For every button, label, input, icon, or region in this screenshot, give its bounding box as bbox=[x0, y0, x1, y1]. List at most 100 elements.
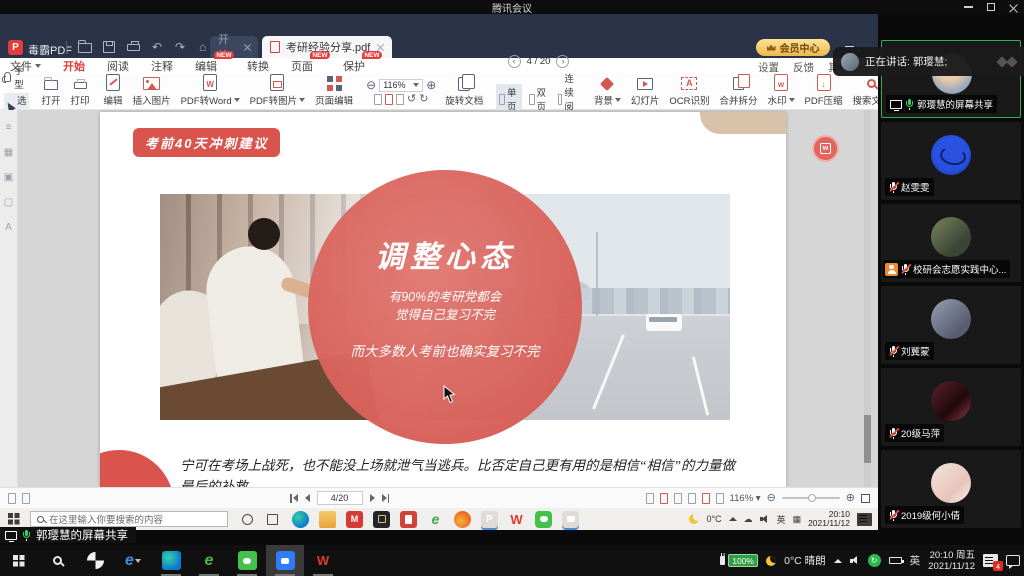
mail-icon[interactable]: M bbox=[346, 511, 363, 528]
cortana-icon[interactable] bbox=[242, 514, 253, 525]
wps-button[interactable]: W bbox=[304, 545, 342, 576]
floating-convert-button[interactable]: w bbox=[812, 135, 839, 162]
start-button-icon[interactable] bbox=[8, 513, 20, 525]
view-mode-icon[interactable] bbox=[646, 493, 654, 504]
view-mode-icon[interactable] bbox=[702, 493, 710, 504]
zoom-in-icon[interactable]: ⊕ bbox=[846, 492, 855, 504]
edge-button[interactable] bbox=[152, 545, 190, 576]
file-explorer-icon[interactable] bbox=[319, 511, 336, 528]
flame-app-icon[interactable] bbox=[454, 511, 471, 528]
print-button[interactable]: 打印 bbox=[66, 74, 95, 109]
meeting-app-icon[interactable] bbox=[562, 511, 579, 528]
ocr-button[interactable]: AOCR识别 bbox=[664, 74, 714, 109]
annotation-icon[interactable]: ▣ bbox=[4, 172, 13, 183]
view-mode-icon[interactable] bbox=[660, 493, 668, 504]
background-button[interactable]: 背景 bbox=[589, 74, 626, 109]
pdf-app-icon[interactable]: P bbox=[481, 511, 498, 528]
battery-status[interactable]: 100% bbox=[720, 554, 758, 567]
participant-tile[interactable]: 刘冀蒙 bbox=[881, 286, 1021, 364]
weather-moon-icon[interactable] bbox=[689, 514, 699, 524]
view-mode-icon[interactable] bbox=[716, 493, 724, 504]
print-icon[interactable] bbox=[127, 40, 140, 51]
ime-indicator[interactable]: 英 bbox=[910, 553, 921, 568]
participant-tile[interactable]: 20级马萍 bbox=[881, 368, 1021, 446]
tray-expand-icon[interactable] bbox=[834, 559, 842, 563]
text-icon[interactable]: A bbox=[5, 222, 12, 233]
last-page-icon[interactable] bbox=[382, 494, 390, 503]
menu-protect[interactable]: 保护NEW bbox=[343, 58, 365, 74]
participant-tile[interactable]: 2019级何小倩 bbox=[881, 450, 1021, 528]
green-browser-button[interactable]: e bbox=[190, 545, 228, 576]
insert-image-button[interactable]: 插入图片 bbox=[128, 74, 176, 109]
watermark-button[interactable]: w水印 bbox=[763, 74, 800, 109]
cloud-icon[interactable]: ☁ bbox=[744, 514, 753, 525]
ime-indicator[interactable]: 英 bbox=[777, 513, 786, 526]
slideshow-button[interactable]: 幻灯片 bbox=[626, 74, 665, 109]
minimize-icon[interactable] bbox=[964, 6, 973, 8]
menu-page[interactable]: 页面NEW bbox=[291, 58, 313, 74]
tab-close-icon[interactable] bbox=[243, 43, 250, 51]
fit-page-icon[interactable] bbox=[374, 94, 382, 105]
rotate-right-icon[interactable]: ↻ bbox=[419, 94, 428, 105]
grid-icon[interactable]: ▦ bbox=[793, 514, 802, 525]
zoom-slider-knob[interactable] bbox=[808, 494, 816, 502]
weather-text[interactable]: 0°C 晴朗 bbox=[784, 553, 826, 568]
start-button[interactable] bbox=[0, 545, 38, 576]
rotate-doc-button[interactable]: 旋转文档 bbox=[440, 74, 488, 109]
weather-temp[interactable]: 0°C bbox=[706, 514, 721, 524]
rotate-left-icon[interactable]: ↺ bbox=[407, 94, 416, 105]
search-input[interactable]: 在这里输入你要搜索的内容 bbox=[30, 511, 228, 527]
taskbar-search-button[interactable] bbox=[38, 545, 76, 576]
prev-page-icon[interactable]: ‹ bbox=[508, 55, 521, 68]
speaker-icon[interactable] bbox=[850, 556, 860, 565]
pdf-to-word-button[interactable]: WPDF转Word bbox=[176, 74, 245, 109]
pinwheel-app-button[interactable] bbox=[76, 545, 114, 576]
page-edit-button[interactable]: 页面编辑 bbox=[310, 74, 358, 109]
view-mode-icon[interactable] bbox=[688, 493, 696, 504]
notification-icon[interactable]: 4 bbox=[983, 554, 998, 567]
clock[interactable]: 20:10 周五 2021/11/12 bbox=[928, 550, 975, 572]
meeting-button[interactable] bbox=[266, 545, 304, 576]
menu-home[interactable]: 开始 bbox=[63, 58, 85, 74]
first-page-icon[interactable] bbox=[290, 494, 298, 503]
open-file-icon[interactable] bbox=[78, 40, 92, 53]
hand-tool-button[interactable]: 手型 bbox=[4, 63, 29, 91]
open-button[interactable]: 打开 bbox=[37, 74, 66, 109]
fit-width-icon[interactable] bbox=[385, 94, 393, 105]
zoom-slider[interactable] bbox=[782, 497, 840, 499]
thumbnails-icon[interactable]: ▦ bbox=[4, 147, 13, 158]
save-icon[interactable] bbox=[103, 40, 115, 53]
zoom-out-icon[interactable]: ⊖ bbox=[767, 492, 776, 504]
battery-icon[interactable] bbox=[889, 557, 902, 564]
view-mode-icon[interactable] bbox=[674, 493, 682, 504]
tab-close-icon[interactable] bbox=[376, 43, 384, 51]
menu-edit[interactable]: 编辑NEW bbox=[195, 58, 217, 74]
menu-convert[interactable]: 转换 bbox=[247, 58, 269, 74]
next-page-icon[interactable]: › bbox=[556, 55, 569, 68]
pdf-to-image-button[interactable]: PDF转图片 bbox=[245, 74, 311, 109]
merge-split-button[interactable]: 合并拆分 bbox=[714, 74, 762, 109]
menu-annotate[interactable]: 注释 bbox=[151, 58, 173, 74]
zoom-value[interactable]: 116% bbox=[379, 79, 423, 92]
status-zoom-value[interactable]: 116% ▾ bbox=[730, 493, 761, 504]
ie-button[interactable]: e bbox=[114, 545, 152, 576]
menu-settings[interactable]: 设置 bbox=[758, 60, 779, 75]
zoom-out-icon[interactable]: ⊖ bbox=[366, 79, 376, 91]
page-thumb-icon[interactable] bbox=[8, 493, 16, 504]
clock[interactable]: 20:10 2021/11/12 bbox=[808, 510, 850, 529]
vip-center-button[interactable]: 会员中心 bbox=[756, 39, 830, 56]
next-page-icon[interactable] bbox=[370, 494, 375, 502]
menu-feedback[interactable]: 反馈 bbox=[793, 60, 814, 75]
wechat-button[interactable] bbox=[228, 545, 266, 576]
outline-icon[interactable]: ≡ bbox=[6, 122, 12, 133]
close-icon[interactable] bbox=[1009, 3, 1018, 12]
page-thumb-icon[interactable] bbox=[22, 493, 30, 504]
notification-icon[interactable] bbox=[857, 513, 872, 526]
page-number-input[interactable]: 4/20 bbox=[317, 491, 363, 505]
participant-tile[interactable]: 校研会志愿实践中心... bbox=[881, 204, 1021, 282]
antivirus-tray-icon[interactable]: ↻ bbox=[868, 554, 881, 567]
scrollbar[interactable] bbox=[864, 110, 871, 487]
tray-expand-icon[interactable] bbox=[729, 517, 737, 521]
wps-icon[interactable]: W bbox=[508, 511, 525, 528]
task-view-icon[interactable] bbox=[267, 514, 278, 525]
